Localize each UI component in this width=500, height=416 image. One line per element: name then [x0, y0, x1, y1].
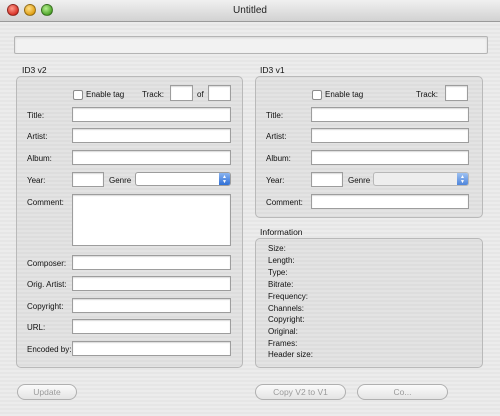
v1-genre-popup[interactable]: ▲ ▼: [373, 172, 469, 186]
v2-title-label: Title:: [27, 111, 45, 120]
v2-copyright-input[interactable]: [72, 298, 231, 313]
v1-year-label: Year:: [266, 176, 285, 185]
info-frequency-label: Frequency:: [268, 292, 309, 301]
v1-title-label: Title:: [266, 111, 284, 120]
v2-url-label: URL:: [27, 323, 46, 332]
v2-album-input[interactable]: [72, 150, 231, 165]
id3v1-group-label: ID3 v1: [260, 65, 285, 75]
v1-artist-input[interactable]: [311, 128, 469, 143]
v2-composer-input[interactable]: [72, 255, 231, 270]
v2-artist-input[interactable]: [72, 128, 231, 143]
info-bitrate-label: Bitrate:: [268, 280, 294, 289]
file-path-field: [14, 36, 488, 54]
v1-enable-tag-checkbox[interactable]: [312, 90, 322, 100]
v2-comment-textarea[interactable]: [72, 194, 231, 246]
info-original-label: Original:: [268, 327, 298, 336]
v1-album-label: Album:: [266, 154, 291, 163]
v2-year-input[interactable]: [72, 172, 104, 187]
v2-orig-artist-input[interactable]: [72, 276, 231, 291]
v2-artist-label: Artist:: [27, 132, 48, 141]
v1-comment-input[interactable]: [311, 194, 469, 209]
v2-genre-popup[interactable]: ▲ ▼: [135, 172, 231, 186]
v2-title-input[interactable]: [72, 107, 231, 122]
v2-enable-tag-checkbox[interactable]: [73, 90, 83, 100]
id3v2-group-label: ID3 v2: [22, 65, 47, 75]
v2-of-label: of: [197, 90, 204, 99]
v2-enable-tag-label: Enable tag: [86, 90, 125, 99]
info-type-label: Type:: [268, 268, 288, 277]
v2-track-total-input[interactable]: [208, 85, 231, 101]
v1-track-label: Track:: [416, 90, 438, 99]
v2-url-input[interactable]: [72, 319, 231, 334]
v2-track-input[interactable]: [170, 85, 193, 101]
v1-comment-label: Comment:: [266, 198, 303, 207]
v1-artist-label: Artist:: [266, 132, 287, 141]
v2-copyright-label: Copyright:: [27, 302, 64, 311]
v1-genre-label: Genre: [348, 176, 371, 185]
v2-year-label: Year:: [27, 176, 46, 185]
info-copyright-label: Copyright:: [268, 315, 305, 324]
v2-encoded-by-input[interactable]: [72, 341, 231, 356]
update-button[interactable]: Update: [17, 384, 77, 400]
info-header-size-label: Header size:: [268, 350, 313, 359]
popup-arrows-icon: ▲ ▼: [457, 173, 468, 185]
v1-enable-tag-label: Enable tag: [325, 90, 364, 99]
v2-encoded-by-label: Encoded by:: [27, 345, 72, 354]
information-group-label: Information: [260, 227, 303, 237]
v2-genre-label: Genre: [109, 176, 132, 185]
title-bar[interactable]: Untitled: [0, 0, 500, 22]
info-length-label: Length:: [268, 256, 295, 265]
v1-title-input[interactable]: [311, 107, 469, 122]
v1-track-input[interactable]: [445, 85, 468, 101]
v2-composer-label: Composer:: [27, 259, 67, 268]
info-frames-label: Frames:: [268, 339, 298, 348]
v2-orig-artist-label: Orig. Artist:: [27, 280, 67, 289]
info-size-label: Size:: [268, 244, 286, 253]
v1-year-input[interactable]: [311, 172, 343, 187]
info-channels-label: Channels:: [268, 304, 305, 313]
copy-v1-to-v2-button[interactable]: Co...: [357, 384, 448, 400]
copy-v2-to-v1-button[interactable]: Copy V2 to V1: [255, 384, 346, 400]
v1-album-input[interactable]: [311, 150, 469, 165]
main-window: Untitled ID3 v2 Enable tag Track: of Tit…: [0, 0, 500, 416]
v2-album-label: Album:: [27, 154, 52, 163]
popup-arrows-icon: ▲ ▼: [219, 173, 230, 185]
window-title: Untitled: [233, 5, 267, 16]
v2-comment-label: Comment:: [27, 198, 64, 207]
v2-track-label: Track:: [142, 90, 164, 99]
